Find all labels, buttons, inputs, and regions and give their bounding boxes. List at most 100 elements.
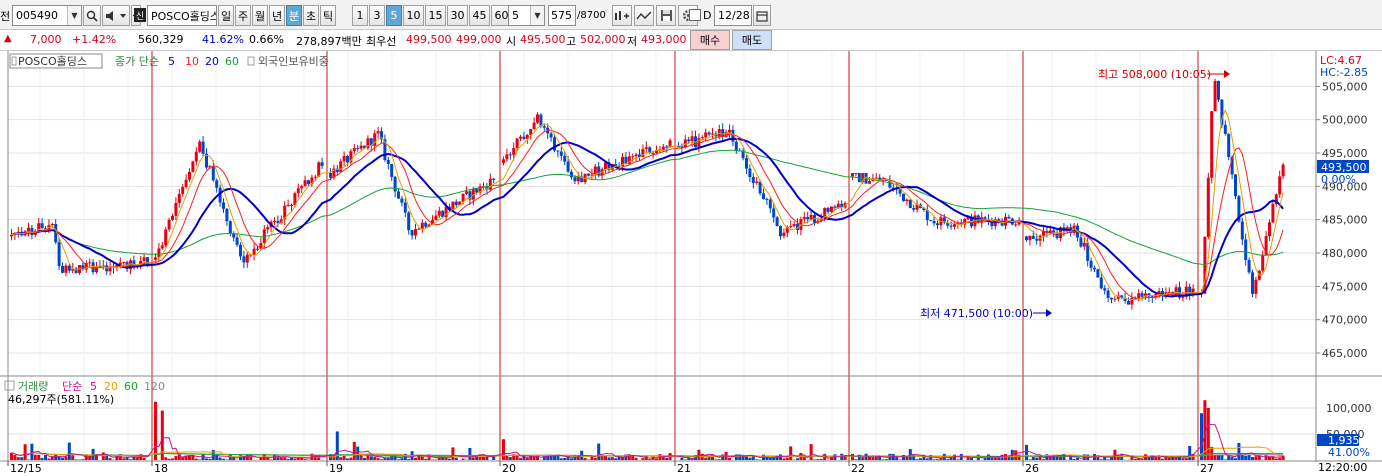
volume-bar <box>868 457 871 460</box>
trade-amount: 278,897백만 <box>296 35 362 48</box>
candle <box>1110 297 1113 300</box>
candle <box>1247 260 1251 273</box>
volume-bar <box>519 458 522 460</box>
legend-ma5[interactable]: 5 <box>168 55 175 68</box>
candle <box>556 150 560 152</box>
volume-legend-ma120[interactable]: 120 <box>144 380 165 393</box>
candle <box>239 244 242 257</box>
candle <box>1181 296 1185 298</box>
volume-bar <box>194 458 198 460</box>
candle <box>532 122 536 129</box>
period-tab-월[interactable]: 월 <box>252 5 268 26</box>
trend-tool-button[interactable] <box>634 5 654 26</box>
calendar-icon <box>756 10 768 22</box>
period-tab-초[interactable]: 초 <box>303 5 319 26</box>
sell-button[interactable]: 매도 <box>732 30 772 50</box>
candle <box>164 229 168 246</box>
volume-bar <box>346 458 349 460</box>
candle <box>929 220 933 222</box>
low-price: 493,000 <box>641 33 687 46</box>
time-end-label: 12:20:00 <box>1318 461 1367 474</box>
calendar-button[interactable] <box>753 5 771 26</box>
buy-button[interactable]: 매수 <box>690 30 730 50</box>
interval-button-5[interactable]: 5 <box>386 5 402 26</box>
candle <box>1251 272 1254 294</box>
volume-legend-ma60[interactable]: 60 <box>124 380 138 393</box>
candle <box>194 151 198 162</box>
volume-bar <box>245 455 249 460</box>
legend-stock-name[interactable]: POSCO홀딩스 <box>18 55 87 68</box>
volume-bar <box>755 459 759 460</box>
date-checkbox[interactable] <box>689 9 701 21</box>
chevron-down-icon[interactable]: ▼ <box>530 6 544 25</box>
candle <box>728 129 731 133</box>
interval-button-3[interactable]: 3 <box>369 5 385 26</box>
volume-bar <box>54 454 58 460</box>
candle <box>352 147 356 152</box>
candle <box>424 222 428 227</box>
price-tick-label: 470,000 <box>1322 314 1368 327</box>
candle <box>339 161 343 173</box>
volume-bar <box>779 454 782 460</box>
interval-button-15[interactable]: 15 <box>425 5 446 26</box>
interval-button-30[interactable]: 30 <box>447 5 468 26</box>
candle <box>303 180 307 186</box>
candle <box>359 145 363 149</box>
candle <box>932 220 936 224</box>
candle <box>181 186 185 194</box>
low-label: 저 <box>627 35 638 48</box>
interval-button-10[interactable]: 10 <box>403 5 424 26</box>
legend-ma-label[interactable]: 종가 단순 <box>115 55 159 68</box>
candle <box>1096 269 1100 278</box>
interval-button-1[interactable]: 1 <box>352 5 368 26</box>
legend-ma10[interactable]: 10 <box>185 55 199 68</box>
volume-tick-label: 100,000 <box>1326 402 1372 415</box>
volume-bar <box>71 455 75 460</box>
volume-legend-ma5[interactable]: 5 <box>90 380 97 393</box>
volume-legend-ma20[interactable]: 20 <box>104 380 118 393</box>
candle <box>1234 174 1237 197</box>
chevron-down-icon[interactable]: ▼ <box>67 6 81 25</box>
count-input[interactable]: 575 <box>548 5 576 26</box>
period-tab-일[interactable]: 일 <box>218 5 234 26</box>
candle <box>211 166 215 181</box>
candle <box>215 180 219 188</box>
candle <box>1106 290 1110 298</box>
add-indicator-button[interactable] <box>612 5 632 26</box>
volume-bar <box>380 459 383 460</box>
volume-bar <box>621 457 624 460</box>
period-tab-년[interactable]: 년 <box>269 5 285 26</box>
candle <box>61 266 64 273</box>
chart-canvas[interactable]: 505,000500,000495,000490,000485,000480,0… <box>0 51 1382 476</box>
sound-button[interactable] <box>102 5 130 26</box>
candle <box>1137 293 1141 299</box>
volume-bar <box>502 439 505 460</box>
candle <box>376 131 380 134</box>
volume-bar <box>293 458 297 460</box>
volume-bar <box>1106 459 1110 460</box>
legend-foreign-holding[interactable]: 외국인보유비중 <box>258 55 329 68</box>
candle <box>1244 239 1248 261</box>
candle <box>1210 111 1214 178</box>
volume-bar <box>1223 459 1227 460</box>
candle <box>1113 298 1117 300</box>
stock-code-input[interactable]: 005490 ▼ <box>12 5 82 26</box>
legend-ma20[interactable]: 20 <box>205 55 219 68</box>
period-tab-주[interactable]: 주 <box>235 5 251 26</box>
candle <box>307 180 310 185</box>
candle <box>905 199 909 202</box>
period-tab-분[interactable]: 분 <box>286 5 302 26</box>
candle <box>539 114 543 126</box>
legend-ma60[interactable]: 60 <box>225 55 239 68</box>
volume-legend-name[interactable]: 거래량 <box>18 380 48 393</box>
date-input[interactable]: 12/28 <box>714 5 752 26</box>
volume-legend-ma-label[interactable]: 단순 <box>62 380 82 393</box>
interval-button-45[interactable]: 45 <box>469 5 490 26</box>
volume-bar <box>303 459 307 460</box>
save-button[interactable] <box>656 5 676 26</box>
interval-select[interactable]: 5 ▼ <box>508 5 545 26</box>
period-tab-틱[interactable]: 틱 <box>320 5 336 26</box>
volume-bar <box>33 454 37 460</box>
volume-bar <box>205 458 208 460</box>
search-button[interactable] <box>83 5 101 26</box>
